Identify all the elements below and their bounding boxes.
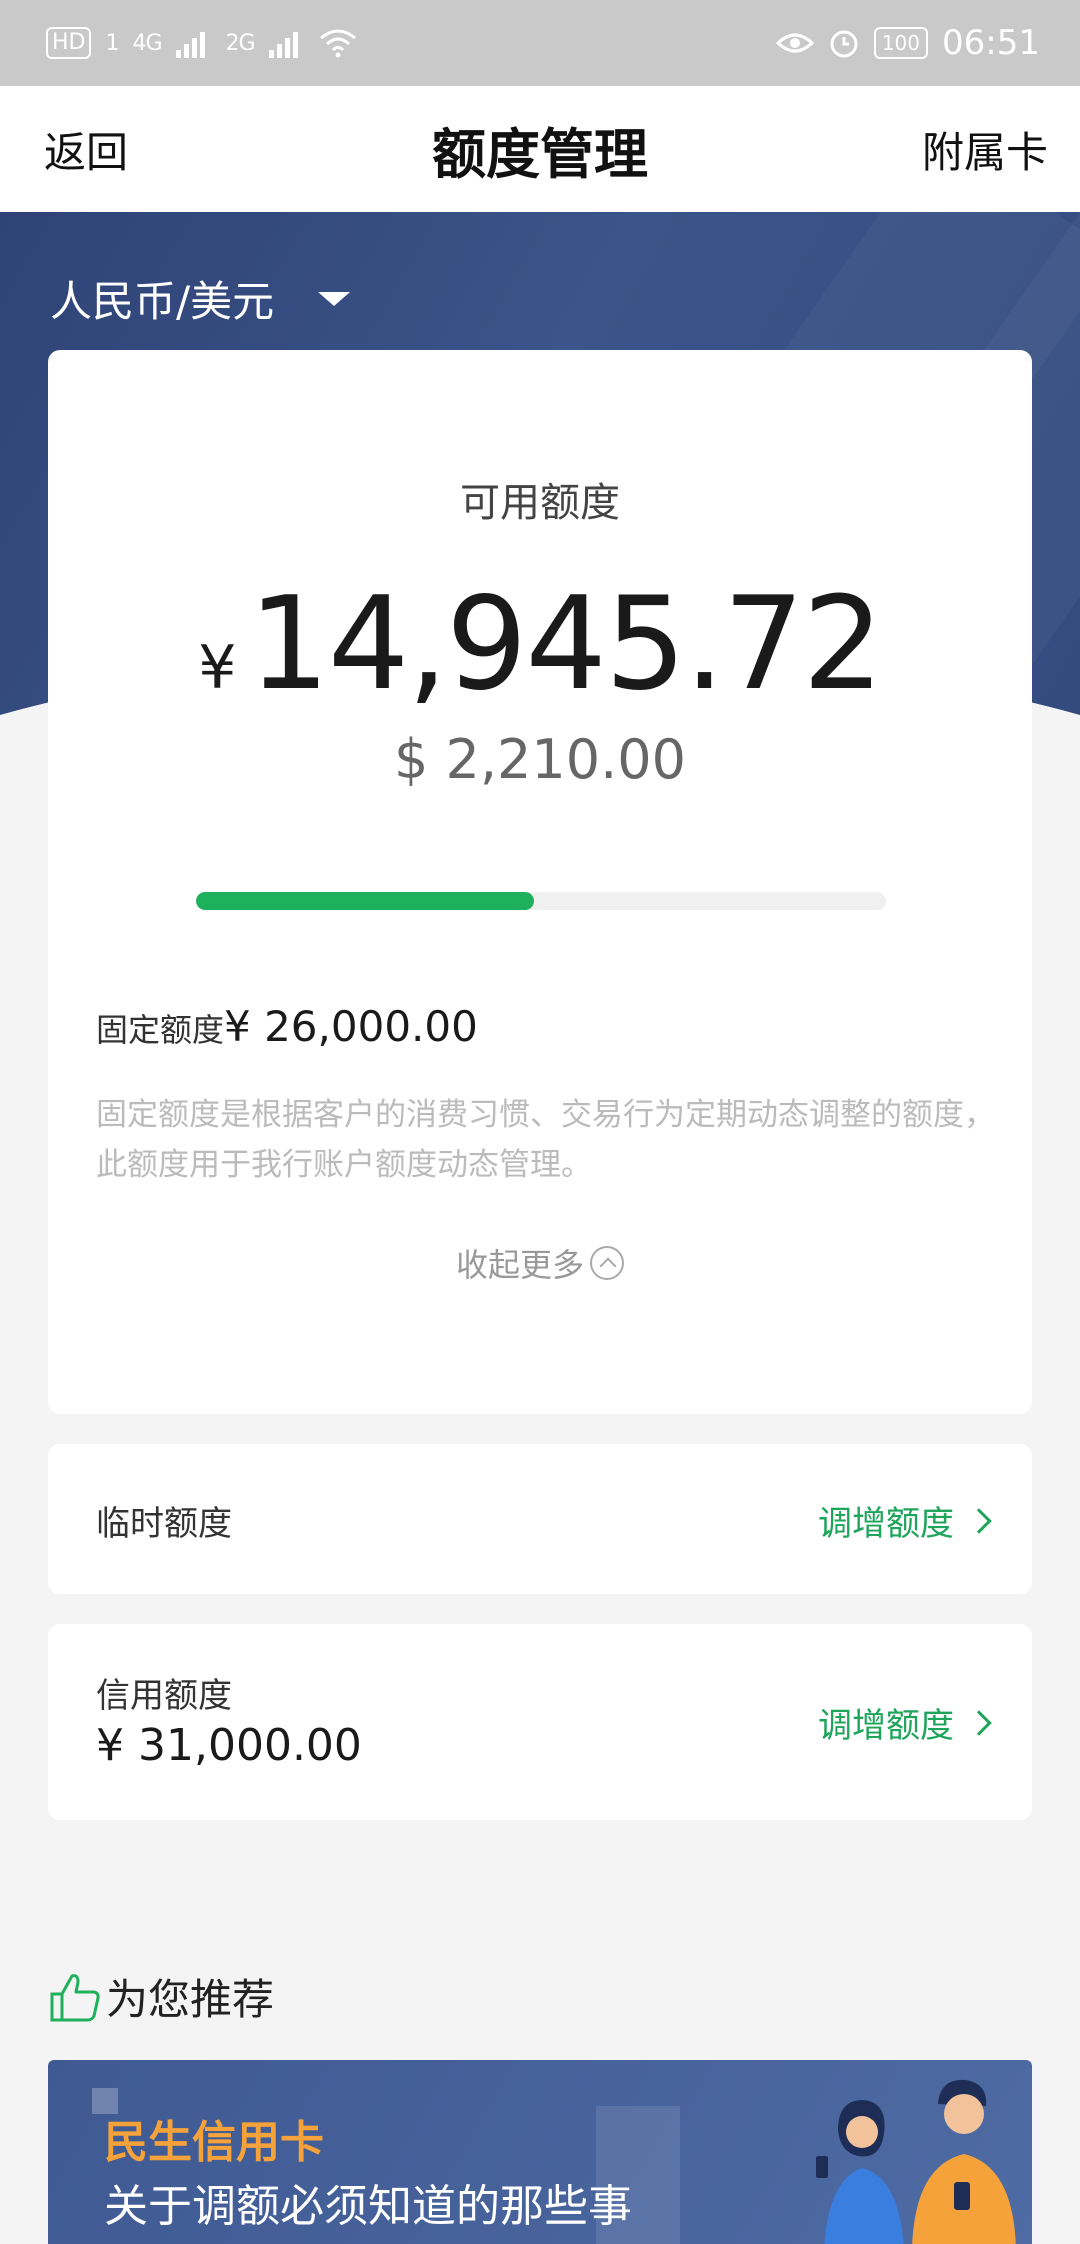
increase-label: 调增额度 <box>818 1504 954 1544</box>
currency-selector[interactable]: 人民币/美元 <box>50 268 351 329</box>
collapse-more-button[interactable]: 收起更多 <box>48 1240 1032 1286</box>
currency-selector-label: 人民币/美元 <box>50 277 275 326</box>
increase-label: 调增额度 <box>818 1706 954 1746</box>
collapse-more-label: 收起更多 <box>455 1246 584 1284</box>
available-credit-card: 可用额度 ¥ 14,945.72 $ 2,210.00 固定额度 ¥ 26,00… <box>48 350 1032 1414</box>
fixed-credit-row: 固定额度 ¥ 26,000.00 <box>96 1002 478 1051</box>
credit-increase-button[interactable]: 调增额度 <box>818 1698 992 1747</box>
sim-slot-label: 1 <box>105 30 119 56</box>
hd-badge: HD <box>46 27 92 59</box>
network-4g-label: 4G <box>132 30 162 56</box>
back-button[interactable]: 返回 <box>44 119 128 180</box>
recommend-header: 为您推荐 <box>48 1966 274 2027</box>
fixed-credit-description: 固定额度是根据客户的消费习惯、交易行为定期动态调整的额度，此额度用于我行账户额度… <box>96 1097 995 1183</box>
status-right: 100 06:51 <box>775 23 1040 63</box>
fixed-credit-label: 固定额度 <box>96 1011 225 1049</box>
alarm-icon <box>830 30 858 58</box>
credit-usage-progress <box>196 892 886 910</box>
network-2g-label: 2G <box>225 30 256 56</box>
caret-down-icon <box>318 291 351 306</box>
recommend-title: 为您推荐 <box>106 1975 275 2024</box>
available-amount-row: ¥ 14,945.72 <box>48 570 1032 719</box>
wifi-icon <box>319 29 356 58</box>
banner-title: 关于调额必须知道的那些事 <box>104 2181 632 2232</box>
temporary-credit-label: 临时额度 <box>96 1504 232 1544</box>
temporary-credit-row: 临时额度 调增额度 <box>48 1444 1032 1594</box>
banner-brand: 民生信用卡 <box>104 2117 324 2168</box>
page-title: 额度管理 <box>432 122 648 186</box>
available-amount-usd: $ 2,210.00 <box>394 728 686 791</box>
nav-bar: 返回 额度管理 附属卡 <box>0 86 1080 212</box>
promo-banner[interactable]: 民生信用卡 关于调额必须知道的那些事 <box>48 2060 1032 2244</box>
thumbs-up-icon <box>50 1973 100 2021</box>
available-amount-cny: 14,945.72 <box>248 570 883 719</box>
available-credit-label: 可用额度 <box>460 480 620 526</box>
progress-fill <box>196 892 535 910</box>
currency-symbol: ¥ <box>198 633 237 703</box>
temporary-increase-button[interactable]: 调增额度 <box>818 1496 992 1545</box>
status-left: HD 1 4G 2G <box>46 27 357 59</box>
credit-limit-label: 信用额度 <box>96 1676 232 1716</box>
credit-limit-row: 信用额度 ¥ 31,000.00 调增额度 <box>48 1624 1032 1820</box>
man-illustration-icon <box>912 2079 1016 2244</box>
signal-icon-2 <box>268 32 298 58</box>
fixed-credit-value: ¥ 26,000.00 <box>224 1002 478 1051</box>
chevron-right-icon <box>966 1709 992 1736</box>
supplementary-card-button[interactable]: 附属卡 <box>922 119 1048 180</box>
chevron-right-icon <box>966 1507 992 1534</box>
clock: 06:51 <box>942 23 1040 63</box>
battery-icon: 100 <box>873 27 929 59</box>
chevron-up-circle-icon <box>590 1246 624 1280</box>
credit-limit-value: ¥ 31,000.00 <box>96 1720 362 1771</box>
signal-icon <box>175 32 205 58</box>
status-bar: HD 1 4G 2G 100 06:51 <box>0 0 1080 86</box>
eye-icon <box>775 33 814 53</box>
